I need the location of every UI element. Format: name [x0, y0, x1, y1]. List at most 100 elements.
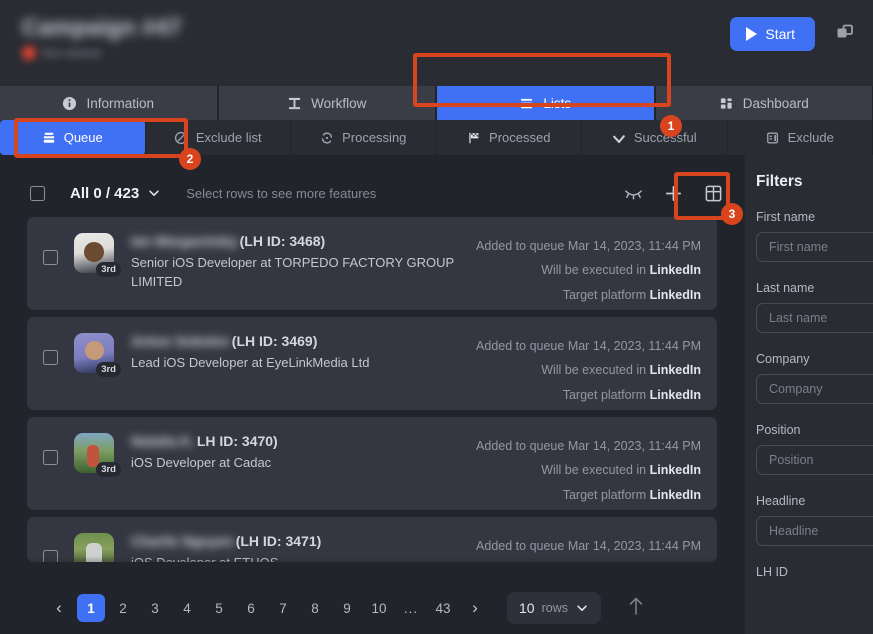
- filter-label-headline: Headline: [756, 494, 806, 508]
- tab-lists[interactable]: Lists: [436, 86, 655, 120]
- title-block: Campaign #47 Not started: [22, 14, 182, 60]
- pagination-ellipsis: ...: [403, 600, 419, 616]
- row-executed: Will be executed in LinkedIn: [541, 363, 701, 378]
- dashboard-icon: [719, 96, 734, 111]
- subtab-processed[interactable]: Processed: [437, 120, 582, 155]
- start-button[interactable]: Start: [730, 17, 815, 51]
- row-checkbox[interactable]: [43, 350, 58, 365]
- filter-label-first-name: First name: [756, 210, 816, 224]
- table-columns-button[interactable]: [704, 184, 723, 203]
- person-name: Natalia K.: [131, 433, 195, 449]
- degree-badge: 3rd: [96, 462, 121, 477]
- row-checkbox[interactable]: [43, 450, 58, 465]
- row-platform: Target platform LinkedIn: [562, 487, 701, 502]
- tab-information[interactable]: Information: [0, 86, 218, 120]
- rows-per-page-select[interactable]: 10 rows: [507, 592, 601, 624]
- table-row[interactable]: 3rd Ian Margaretsky (LH ID: 3468) Senior…: [27, 217, 717, 310]
- lh-id-label: (LH ID: 3469): [231, 333, 318, 349]
- select-all-checkbox[interactable]: [30, 185, 45, 201]
- filter-input-last-name[interactable]: [756, 303, 873, 333]
- pagination-page-3[interactable]: 3: [141, 594, 169, 622]
- pagination-page-7[interactable]: 7: [269, 594, 297, 622]
- pagination-prev[interactable]: ‹: [45, 594, 73, 622]
- table-row[interactable]: 3rd Charlie Nguyen (LH ID: 3471) iOS Dev…: [27, 517, 717, 562]
- subtab-successful-label: Successful: [633, 130, 697, 145]
- arrow-up-icon[interactable]: [627, 596, 645, 621]
- pagination-page-10[interactable]: 10: [365, 594, 393, 622]
- filter-group-company: Company: [756, 352, 873, 404]
- person-name: Anton Sobolev: [131, 333, 230, 349]
- rows-per-page-value: 10: [519, 600, 535, 616]
- list-toolbar: All 0 / 423 Select rows to see more feat…: [0, 173, 745, 213]
- row-added: Added to queue Mar 14, 2023, 11:44 PM: [476, 239, 701, 253]
- pagination-page-8[interactable]: 8: [301, 594, 329, 622]
- row-checkbox[interactable]: [43, 550, 58, 562]
- subtab-exclude-list-label: Exclude list: [195, 130, 262, 145]
- degree-badge: 3rd: [96, 362, 121, 377]
- subtab-processing[interactable]: Processing: [291, 120, 437, 155]
- pagination-page-4[interactable]: 4: [173, 594, 201, 622]
- exclude-icon: [766, 131, 780, 145]
- row-meta: Added to queue Mar 14, 2023, 11:44 PM Wi…: [476, 533, 701, 562]
- pagination-page-9[interactable]: 9: [333, 594, 361, 622]
- person-name: Charlie Nguyen: [131, 533, 234, 549]
- row-added: Added to queue Mar 14, 2023, 11:44 PM: [476, 339, 701, 353]
- eye-off-icon[interactable]: [624, 185, 643, 201]
- filter-input-company[interactable]: [756, 374, 873, 404]
- start-button-label: Start: [765, 26, 795, 42]
- filters-title: Filters: [756, 173, 803, 190]
- lh-id-label: (LH ID: 3468): [239, 233, 326, 249]
- toolbar-icons: [624, 184, 723, 203]
- filter-input-headline[interactable]: [756, 516, 873, 546]
- chevron-down-icon: [149, 190, 159, 196]
- avatar: 3rd: [74, 333, 121, 377]
- row-checkbox[interactable]: [43, 250, 58, 265]
- row-headline: Lead iOS Developer at EyeLinkMedia Ltd: [131, 355, 370, 370]
- row-headline: iOS Developer at ETHOS: [131, 554, 476, 562]
- campaign-status: Not started: [22, 46, 182, 60]
- campaign-lists-page: Campaign #47 Not started Start Informati…: [0, 0, 873, 634]
- row-headline: Senior iOS Developer at TORPEDO FACTORY …: [131, 255, 454, 289]
- tab-dashboard-label: Dashboard: [742, 95, 809, 111]
- subtab-successful[interactable]: Successful: [582, 120, 728, 155]
- chevron-down-icon: [577, 605, 587, 611]
- lh-id-label: LH ID: 3470): [196, 433, 278, 449]
- filter-label-last-name: Last name: [756, 281, 815, 295]
- pagination-page-2[interactable]: 2: [109, 594, 137, 622]
- tab-information-label: Information: [86, 95, 155, 111]
- pagination-page-5[interactable]: 5: [205, 594, 233, 622]
- lh-id-label: (LH ID: 3471): [235, 533, 322, 549]
- toolbar-hint: Select rows to see more features: [186, 185, 377, 201]
- tab-workflow[interactable]: Workflow: [217, 86, 436, 120]
- avatar-image: [74, 533, 114, 562]
- plus-icon[interactable]: [664, 184, 683, 203]
- pagination-page-1[interactable]: 1: [77, 594, 105, 622]
- row-platform: Target platform LinkedIn: [562, 387, 701, 402]
- table-row[interactable]: 3rd Natalia K. LH ID: 3470) iOS Develope…: [27, 417, 717, 510]
- duplicate-icon[interactable]: [835, 22, 855, 47]
- queue-icon: [42, 131, 56, 145]
- filter-group-last-name: Last name: [756, 281, 873, 333]
- tab-dashboard[interactable]: Dashboard: [654, 86, 873, 120]
- subtab-processing-label: Processing: [342, 130, 407, 145]
- row-added: Added to queue Mar 14, 2023, 11:44 PM: [476, 539, 701, 553]
- pagination-next[interactable]: ›: [461, 594, 489, 622]
- processing-icon: [320, 131, 334, 145]
- pagination-page-6[interactable]: 6: [237, 594, 265, 622]
- avatar: 3rd: [74, 433, 121, 477]
- filter-input-first-name[interactable]: [756, 232, 873, 262]
- table-row[interactable]: 3rd Anton Sobolev (LH ID: 3469) Lead iOS…: [27, 317, 717, 410]
- list-icon: [519, 96, 534, 111]
- person-name: Ian Margaretsky: [131, 233, 238, 249]
- filter-input-position[interactable]: [756, 445, 873, 475]
- status-dot-icon: [22, 46, 36, 60]
- subtab-exclude[interactable]: Exclude: [728, 120, 873, 155]
- pagination-page-43[interactable]: 43: [429, 594, 457, 622]
- subtab-queue[interactable]: Queue: [0, 120, 146, 155]
- subtab-exclude-list[interactable]: Exclude list: [146, 120, 291, 155]
- play-icon: [746, 27, 758, 41]
- selection-count-dropdown[interactable]: All 0 / 423: [70, 185, 161, 202]
- row-name-line: Charlie Nguyen (LH ID: 3471): [131, 533, 476, 549]
- row-main: Anton Sobolev (LH ID: 3469) Lead iOS Dev…: [131, 333, 476, 373]
- row-meta: Added to queue Mar 14, 2023, 11:44 PM Wi…: [476, 233, 701, 307]
